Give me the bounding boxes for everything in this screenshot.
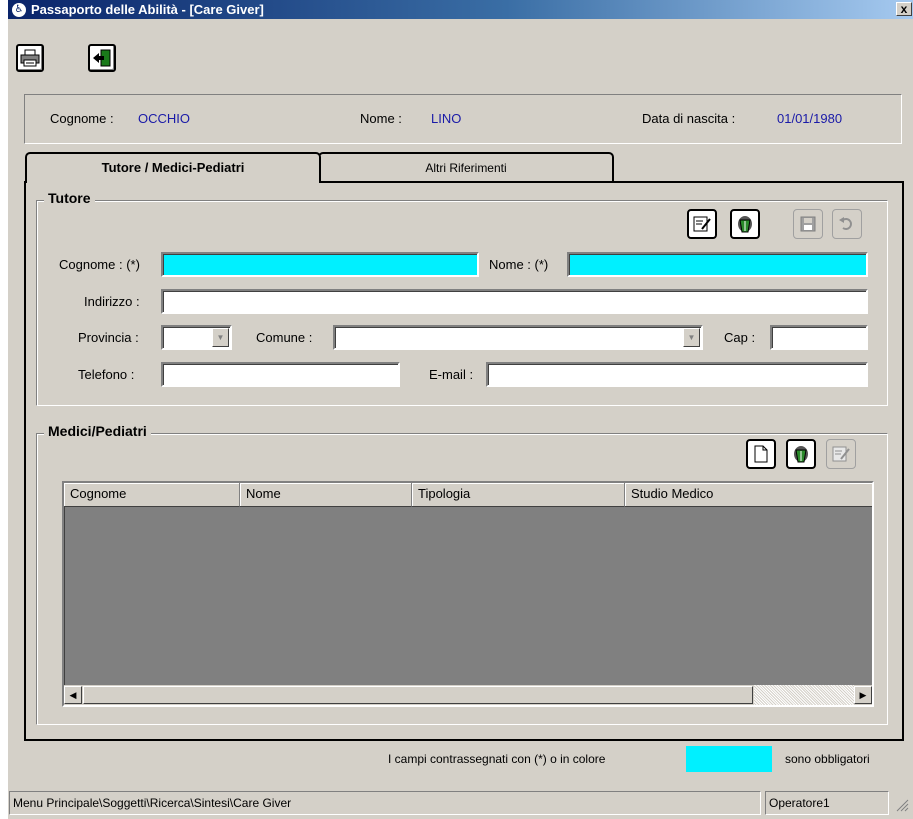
address-label: Indirizzo :	[84, 294, 140, 309]
name-label: Nome :	[360, 111, 402, 126]
exit-door-icon	[93, 49, 111, 67]
edit-icon	[693, 216, 711, 232]
tab-tutore-medici[interactable]: Tutore / Medici-Pediatri	[25, 152, 321, 183]
title-bar[interactable]: ♿ Passaporto delle Abilità - [Care Giver…	[8, 0, 913, 19]
exit-button[interactable]	[88, 44, 116, 72]
column-header[interactable]: Cognome	[64, 483, 240, 507]
tutore-group-title: Tutore	[44, 190, 95, 206]
printer-icon	[20, 49, 40, 67]
main-window: ♿ Passaporto delle Abilità - [Care Giver…	[7, 0, 913, 819]
email-field[interactable]	[486, 362, 868, 387]
close-button[interactable]: x	[896, 2, 912, 16]
city-label: Comune :	[256, 330, 313, 345]
legend-text-after: sono obbligatori	[785, 752, 870, 766]
name-value: LINO	[431, 111, 462, 126]
status-bar: Menu Principale\Soggetti\Ricerca\Sintesi…	[8, 790, 913, 816]
tutore-name-label: Nome : (*)	[489, 257, 549, 272]
scroll-thumb[interactable]	[83, 686, 753, 704]
chevron-down-icon[interactable]: ▼	[683, 328, 700, 347]
birth-value: 01/01/1980	[777, 111, 843, 126]
province-label: Provincia :	[78, 330, 139, 345]
delete-button[interactable]	[730, 209, 760, 239]
print-button[interactable]	[16, 44, 44, 72]
cap-field[interactable]	[770, 325, 868, 350]
legend-text: I campi contrassegnati con (*) o in colo…	[388, 752, 606, 766]
column-header[interactable]: Tipologia	[412, 483, 625, 507]
app-icon: ♿	[12, 2, 26, 17]
save-button[interactable]	[793, 209, 823, 239]
trash-icon	[794, 446, 808, 463]
tutore-surname-label: Cognome : (*)	[59, 257, 140, 272]
status-operator: Operatore1	[765, 791, 889, 815]
undo-button[interactable]	[832, 209, 862, 239]
new-document-icon	[754, 445, 768, 463]
scroll-track[interactable]	[754, 685, 854, 705]
cap-label: Cap :	[724, 330, 756, 345]
scroll-left-icon[interactable]: ◀	[64, 686, 82, 704]
city-select[interactable]: ▼	[333, 325, 703, 350]
floppy-disk-icon	[800, 216, 816, 232]
patient-header: Cognome : OCCHIO Nome : LINO Data di nas…	[24, 94, 902, 144]
window-title: Passaporto delle Abilità - [Care Giver]	[31, 2, 264, 17]
medici-delete-button[interactable]	[786, 439, 816, 469]
column-header[interactable]: Nome	[240, 483, 412, 507]
surname-label: Cognome :	[50, 111, 114, 126]
address-field[interactable]	[161, 289, 868, 314]
tutore-name-field[interactable]	[567, 252, 868, 277]
new-button[interactable]	[746, 439, 776, 469]
tutore-surname-field[interactable]	[161, 252, 479, 277]
edit-icon	[832, 446, 850, 462]
horizontal-scrollbar[interactable]: ◀ ▶	[64, 685, 872, 705]
undo-icon	[839, 217, 852, 230]
column-header[interactable]: Studio Medico	[625, 483, 872, 507]
province-select[interactable]: ▼	[161, 325, 232, 350]
tab-altri-riferimenti[interactable]: Altri Riferimenti	[318, 152, 614, 182]
phone-field[interactable]	[161, 362, 400, 387]
trash-icon	[738, 216, 752, 233]
required-color-swatch	[686, 746, 772, 772]
scroll-right-icon[interactable]: ▶	[854, 686, 872, 704]
edit-button[interactable]	[687, 209, 717, 239]
phone-label: Telefono :	[78, 367, 135, 382]
medici-grid[interactable]: Cognome Nome Tipologia Studio Medico ◀ ▶	[62, 481, 874, 707]
status-path: Menu Principale\Soggetti\Ricerca\Sintesi…	[9, 791, 761, 815]
surname-value: OCCHIO	[138, 111, 190, 126]
birth-label: Data di nascita :	[642, 111, 736, 126]
grid-header: Cognome Nome Tipologia Studio Medico	[64, 483, 872, 507]
chevron-down-icon[interactable]: ▼	[212, 328, 229, 347]
resize-grip-icon[interactable]	[895, 798, 909, 812]
medici-group-title: Medici/Pediatri	[44, 423, 151, 439]
medici-edit-button[interactable]	[826, 439, 856, 469]
email-label: E-mail :	[429, 367, 474, 382]
